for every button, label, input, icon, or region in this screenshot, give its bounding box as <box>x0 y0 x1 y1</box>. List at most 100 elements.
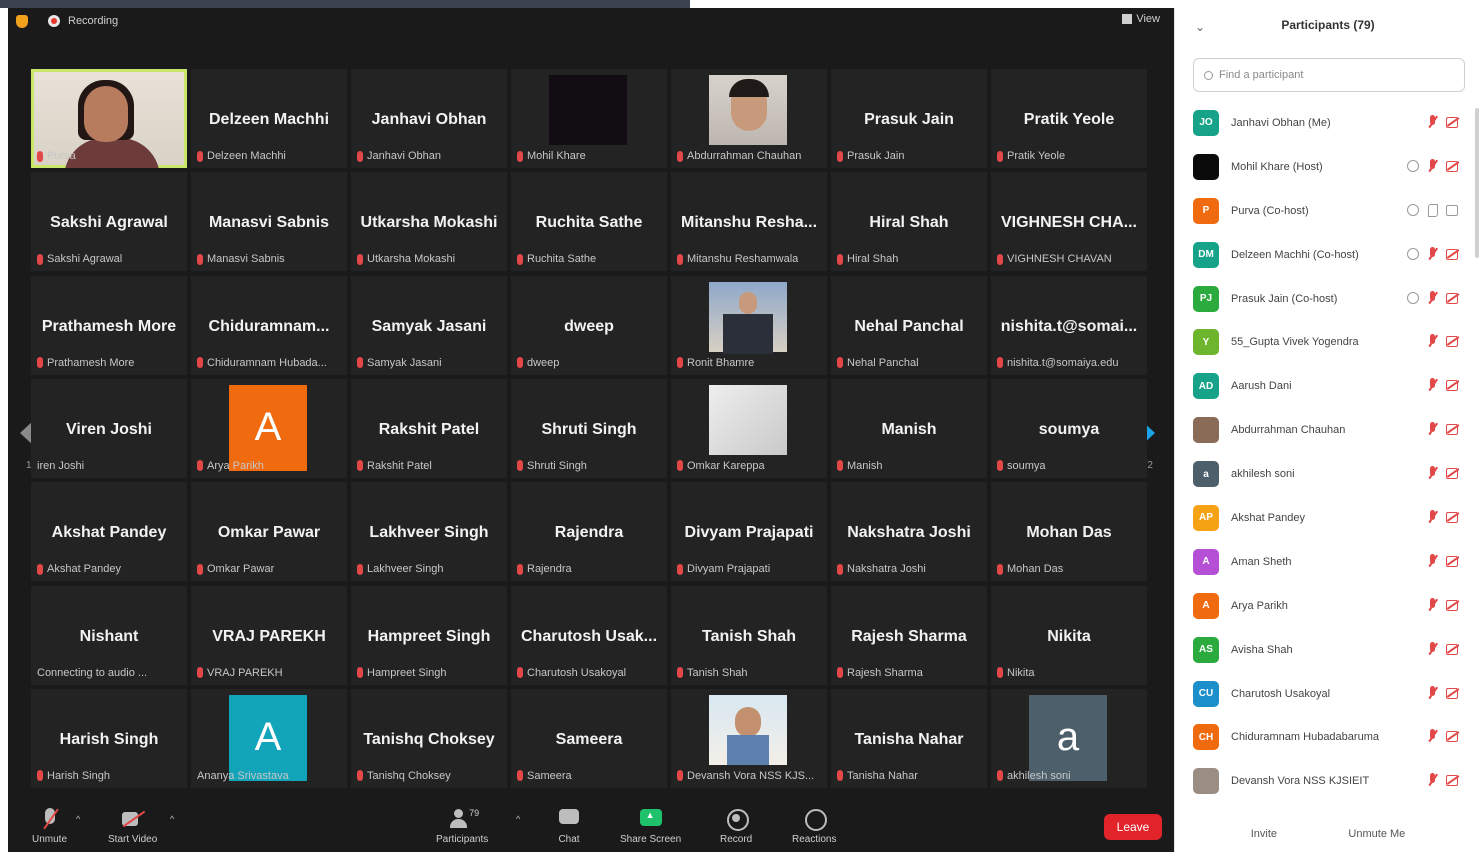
view-button[interactable]: View <box>1122 13 1160 25</box>
participant-label-text: VRAJ PAREKH <box>207 666 283 679</box>
participant-row[interactable]: Mohil Khare (Host) <box>1193 145 1465 189</box>
participant-tile[interactable]: Nakshatra Joshi Nakshatra Joshi <box>831 482 987 582</box>
record-button[interactable]: Record <box>720 808 752 845</box>
participant-tile[interactable]: Nikita Nikita <box>991 585 1147 685</box>
participants-options-caret-icon[interactable]: ^ <box>516 814 520 824</box>
participants-button[interactable]: 79 Participants <box>436 808 488 845</box>
participant-tile[interactable]: Ruchita Sathe Ruchita Sathe <box>511 172 667 272</box>
participant-row[interactable]: DM Delzeen Machhi (Co-host) <box>1193 233 1465 277</box>
participant-row[interactable]: a akhilesh soni <box>1193 452 1465 496</box>
participant-tile[interactable]: Hampreet Singh Hampreet Singh <box>351 585 507 685</box>
chat-icon <box>556 808 582 830</box>
participant-tile[interactable]: Utkarsha Mokashi Utkarsha Mokashi <box>351 172 507 272</box>
participant-tile[interactable]: A Ananya Srivastava <box>191 688 347 788</box>
participant-row[interactable]: JO Janhavi Obhan (Me) <box>1193 101 1465 145</box>
chat-button[interactable]: Chat <box>556 808 582 845</box>
participant-row[interactable]: CH Chiduramnam Hubadabaruma <box>1193 715 1465 759</box>
participant-name-label: Akshat Pandey <box>37 563 181 575</box>
participant-row[interactable]: Y 55_Gupta Vivek Yogendra <box>1193 320 1465 364</box>
participant-tile[interactable]: Pratik Yeole Pratik Yeole <box>991 69 1147 168</box>
participant-tile[interactable]: Sameera Sameera <box>511 688 667 788</box>
participant-tile[interactable]: nishita.t@somai... nishita.t@somaiya.edu <box>991 275 1147 375</box>
participant-tile[interactable]: Divyam Prajapati Divyam Prajapati <box>671 482 827 582</box>
participant-tile[interactable]: Tanisha Nahar Tanisha Nahar <box>831 688 987 788</box>
participant-tile[interactable]: Harish Singh Harish Singh <box>31 688 187 788</box>
participant-tile[interactable]: Mitanshu Resha... Mitanshu Reshamwala <box>671 172 827 272</box>
participant-row[interactable]: PJ Prasuk Jain (Co-host) <box>1193 277 1465 321</box>
participant-row[interactable]: P Purva (Co-host) <box>1193 189 1465 233</box>
participant-tile[interactable]: Omkar Kareppa <box>671 378 827 478</box>
participant-tile[interactable]: Tanishq Choksey Tanishq Choksey <box>351 688 507 788</box>
participant-tile[interactable]: Prasuk Jain Prasuk Jain <box>831 69 987 168</box>
participant-tile[interactable]: dweep dweep <box>511 275 667 375</box>
participant-tile[interactable]: Viren Joshi iren Joshi <box>31 378 187 478</box>
participant-tile[interactable]: Ronit Bhamre <box>671 275 827 375</box>
security-shield-icon[interactable] <box>16 15 28 28</box>
participant-tile[interactable]: Nehal Panchal Nehal Panchal <box>831 275 987 375</box>
participant-tile[interactable]: Samyak Jasani Samyak Jasani <box>351 275 507 375</box>
participant-tile[interactable]: Manasvi Sabnis Manasvi Sabnis <box>191 172 347 272</box>
participant-tile[interactable]: Lakhveer Singh Lakhveer Singh <box>351 482 507 582</box>
participant-row[interactable]: Abdurrahman Chauhan <box>1193 408 1465 452</box>
video-off-icon <box>1446 291 1459 304</box>
participant-tile[interactable]: Abdurrahman Chauhan <box>671 69 827 168</box>
participant-tile[interactable]: Akshat Pandey Akshat Pandey <box>31 482 187 582</box>
participant-tile[interactable]: Nishant Connecting to audio ... <box>31 585 187 685</box>
participant-row[interactable]: AD Aarush Dani <box>1193 364 1465 408</box>
participant-tile[interactable]: soumya soumya <box>991 378 1147 478</box>
unmute-button[interactable]: Unmute <box>32 808 67 845</box>
participant-tile[interactable]: Manish Manish <box>831 378 987 478</box>
participant-tile[interactable]: VIGHNESH CHA... VIGHNESH CHAVAN <box>991 172 1147 272</box>
participant-row[interactable]: A Arya Parikh <box>1193 584 1465 628</box>
share-screen-button[interactable]: Share Screen <box>620 808 681 845</box>
participant-search-input[interactable] <box>1219 69 1439 81</box>
participant-status <box>1426 729 1459 743</box>
participant-name-label: Utkarsha Mokashi <box>357 253 501 265</box>
participant-search[interactable] <box>1193 58 1465 92</box>
participant-tile[interactable]: Mohil Khare <box>511 69 667 168</box>
mic-muted-icon <box>1426 422 1439 435</box>
participant-name-label: Ananya Srivastava <box>197 770 341 782</box>
participant-label-text: akhilesh soni <box>1007 769 1071 782</box>
leave-button[interactable]: Leave <box>1104 814 1162 840</box>
participant-tile[interactable]: A Arya Parikh <box>191 378 347 478</box>
participant-tile[interactable]: Omkar Pawar Omkar Pawar <box>191 482 347 582</box>
audio-options-caret-icon[interactable]: ^ <box>76 814 80 824</box>
participant-tile[interactable]: Devansh Vora NSS KJS... <box>671 688 827 788</box>
invite-button[interactable]: Invite <box>1241 824 1287 844</box>
participant-tile[interactable]: Janhavi Obhan Janhavi Obhan <box>351 69 507 168</box>
panel-scrollbar[interactable] <box>1475 108 1479 258</box>
participant-label-text: Tanisha Nahar <box>847 769 918 782</box>
participant-tile[interactable]: VRAJ PAREKH VRAJ PAREKH <box>191 585 347 685</box>
participant-tile[interactable]: Shruti Singh Shruti Singh <box>511 378 667 478</box>
unmute-me-button[interactable]: Unmute Me <box>1338 824 1415 844</box>
participant-tile[interactable]: Tanish Shah Tanish Shah <box>671 585 827 685</box>
participant-tile[interactable]: Rajendra Rajendra <box>511 482 667 582</box>
mic-muted-icon <box>1426 378 1439 391</box>
participant-tile[interactable]: Charutosh Usak... Charutosh Usakoyal <box>511 585 667 685</box>
participant-row[interactable]: A Aman Sheth <box>1193 540 1465 584</box>
participant-row[interactable]: CU Charutosh Usakoyal <box>1193 672 1465 716</box>
participant-tile[interactable]: Delzeen Machhi Delzeen Machhi <box>191 69 347 168</box>
participant-display-name: Omkar Pawar <box>217 524 321 542</box>
participant-row[interactable]: Devansh Vora NSS KJSIEIT <box>1193 759 1465 803</box>
participant-tile[interactable]: Purva <box>31 69 187 168</box>
participant-name-label: dweep <box>517 357 661 369</box>
participant-tile[interactable]: a akhilesh soni <box>991 688 1147 788</box>
participant-tile[interactable]: Hiral Shah Hiral Shah <box>831 172 987 272</box>
participant-row[interactable]: AS Avisha Shah <box>1193 628 1465 672</box>
participant-status <box>1426 334 1459 348</box>
participant-name-label: VRAJ PAREKH <box>197 667 341 679</box>
participant-tile[interactable]: Sakshi Agrawal Sakshi Agrawal <box>31 172 187 272</box>
participant-tile[interactable]: Mohan Das Mohan Das <box>991 482 1147 582</box>
participant-status <box>1406 158 1459 172</box>
participant-tile[interactable]: Prathamesh More Prathamesh More <box>31 275 187 375</box>
reactions-button[interactable]: Reactions <box>792 808 836 845</box>
start-video-button[interactable]: Start Video <box>108 808 157 845</box>
participant-tile[interactable]: Rajesh Sharma Rajesh Sharma <box>831 585 987 685</box>
participant-tile[interactable]: Chiduramnam... Chiduramnam Hubada... <box>191 275 347 375</box>
participant-display-name: Chiduramnam... <box>208 317 330 335</box>
video-options-caret-icon[interactable]: ^ <box>170 814 174 824</box>
participant-row[interactable]: AP Akshat Pandey <box>1193 496 1465 540</box>
participant-tile[interactable]: Rakshit Patel Rakshit Patel <box>351 378 507 478</box>
